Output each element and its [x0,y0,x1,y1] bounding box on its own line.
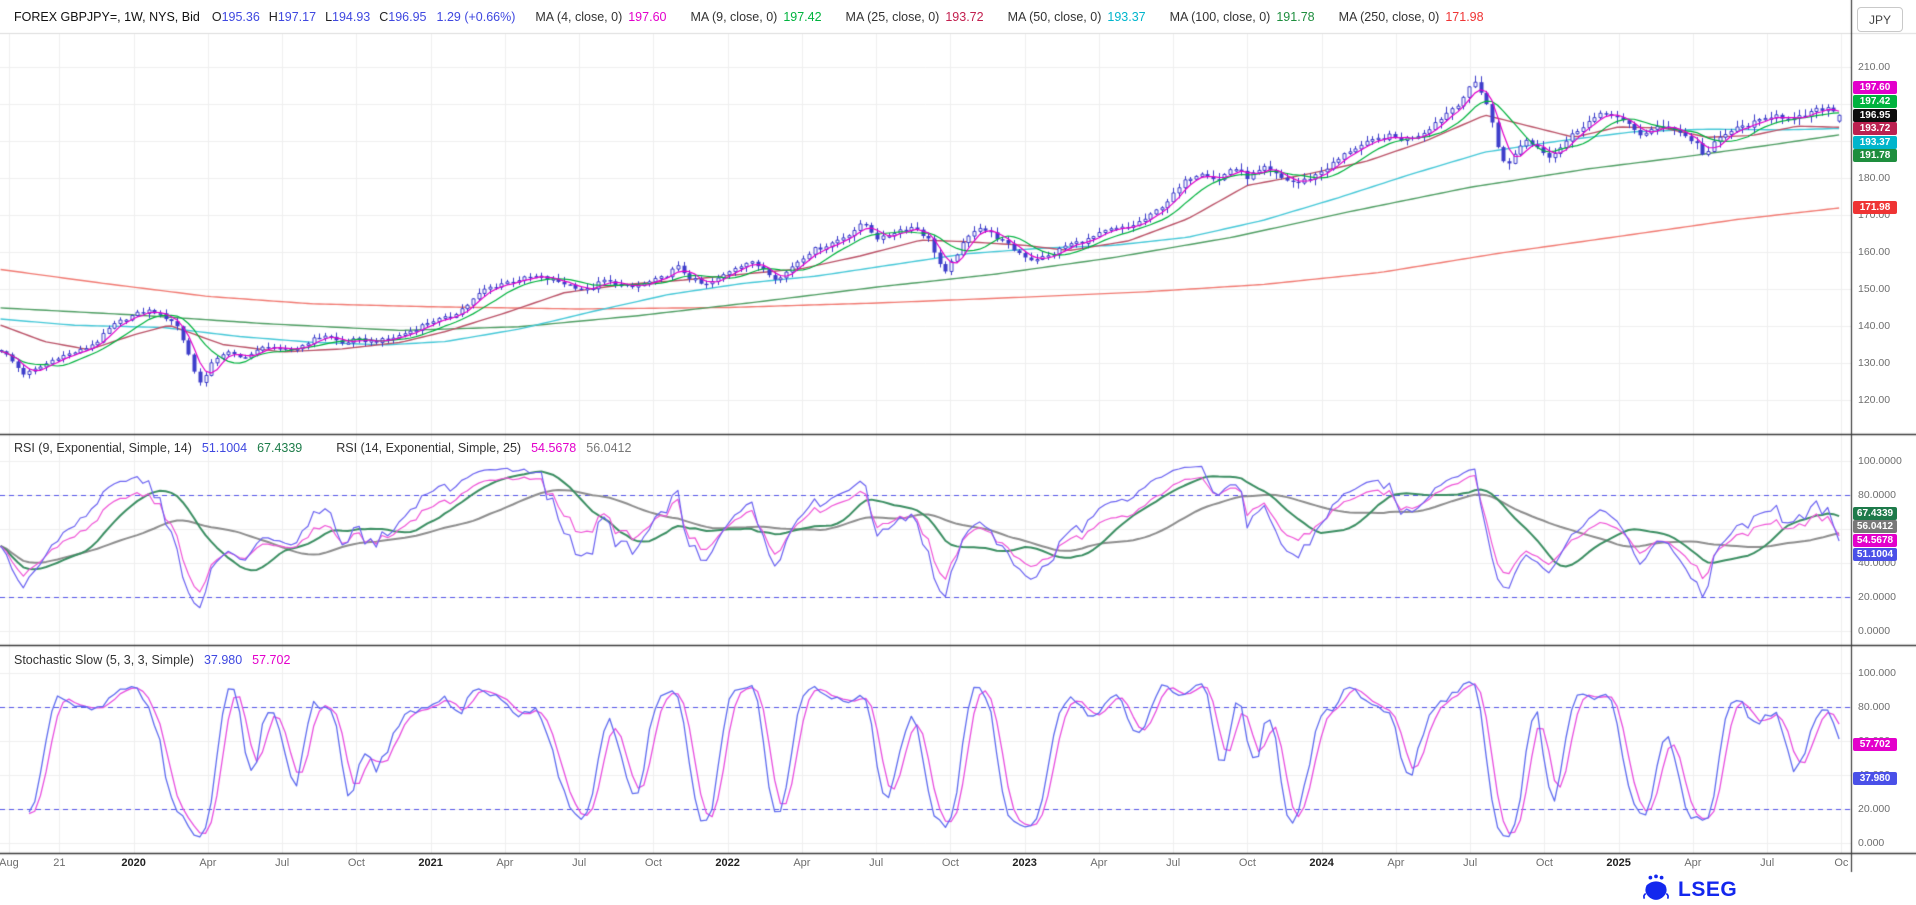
time-axis-label: Jul [858,857,894,869]
axis-tick-label: 100.000 [1858,667,1896,679]
axis-value-badge: 193.37 [1853,136,1897,149]
time-axis-label: Jul [1155,857,1191,869]
axis-tick-label: 0.000 [1858,837,1884,849]
axis-value-badge: 191.78 [1853,149,1897,162]
ma-legend-item[interactable]: MA (25, close, 0)193.72 [846,10,984,24]
axis-tick-label: 20.000 [1858,803,1890,815]
ma-legend-item[interactable]: MA (100, close, 0)191.78 [1170,10,1315,24]
axis-tick-label: 80.0000 [1858,489,1896,501]
axis-tick-label: 100.0000 [1858,455,1902,467]
axis-tick-label: 150.00 [1858,283,1890,295]
axis-tick-label: 210.00 [1858,61,1890,73]
axis-tick-label: 80.000 [1858,701,1890,713]
axis-value-badge: 197.60 [1853,81,1897,94]
time-axis-label: Aug [0,857,27,869]
axis-value-badge: 54.5678 [1853,534,1897,547]
time-axis-label: Jul [561,857,597,869]
rsi-value-1: 51.1004 [202,441,247,455]
axis-value-badge: 171.98 [1853,201,1897,214]
time-axis-label: Apr [784,857,820,869]
axis-value-badge: 193.72 [1853,122,1897,135]
rsi-title: RSI (9, Exponential, Simple, 14) [14,441,192,455]
chart-application: FOREX GBPJPY=, 1W, NYS, Bid O195.36 H197.… [0,0,1916,905]
time-axis-label: Apr [487,857,523,869]
axis-value-badge: 196.95 [1853,109,1897,122]
axis-value-badge: 37.980 [1853,772,1897,785]
time-axis-label: 21 [41,857,77,869]
ma-legend-item[interactable]: MA (9, close, 0)197.42 [690,10,821,24]
rsi2-title: RSI (14, Exponential, Simple, 25) [336,441,521,455]
rsi-value-4: 56.0412 [586,441,631,455]
axis-tick-label: 160.00 [1858,246,1890,258]
axis-value-badge: 57.702 [1853,738,1897,751]
price-axis-strip[interactable]: JPY 210.00200.00190.00180.00170.00160.00… [1851,0,1916,872]
axis-tick-label: 120.00 [1858,394,1890,406]
axis-value-badge: 67.4339 [1853,507,1897,520]
time-axis-label: 2023 [1007,857,1043,869]
axis-tick-label: 130.00 [1858,357,1890,369]
time-axis-label: Oct [635,857,671,869]
ohlc-value: L194.93 [325,10,370,24]
time-axis-label: Jul [264,857,300,869]
ma-legend-item[interactable]: MA (50, close, 0)193.37 [1008,10,1146,24]
stochastic-title: Stochastic Slow (5, 3, 3, Simple) [14,653,194,667]
time-axis-label: Oc [1823,857,1851,869]
lseg-logo: LSEG [1641,873,1737,905]
ohlc-value: O195.36 [212,10,260,24]
rsi-value-3: 54.5678 [531,441,576,455]
time-axis[interactable]: Aug 21 2020 Apr Jul Oct 2021 Apr Jul Oct 2022 Apr Ju… [0,855,1851,872]
currency-axis-button[interactable]: JPY [1857,7,1903,32]
time-axis-label: 2021 [413,857,449,869]
axis-tick-label: 0.0000 [1858,625,1890,637]
time-axis-label: Apr [1675,857,1711,869]
stochastic-pane-header[interactable]: Stochastic Slow (5, 3, 3, Simple) 37.980… [14,653,290,667]
time-axis-label: Jul [1749,857,1785,869]
axis-tick-label: 140.00 [1858,320,1890,332]
ma-legend-item[interactable]: MA (250, close, 0)171.98 [1339,10,1484,24]
time-axis-label: Oct [1526,857,1562,869]
axis-value-badge: 197.42 [1853,95,1897,108]
time-axis-label: Oct [338,857,374,869]
instrument-title[interactable]: FOREX GBPJPY=, 1W, NYS, Bid [14,10,200,24]
time-axis-label: Jul [1452,857,1488,869]
rsi-value-2: 67.4339 [257,441,302,455]
time-axis-label: 2024 [1304,857,1340,869]
axis-value-badge: 51.1004 [1853,548,1897,561]
stochastic-value-2: 57.702 [252,653,290,667]
ma-legend: MA (4, close, 0)197.60 MA (9, close, 0)19… [535,10,1483,24]
lseg-crest-icon [1641,873,1671,905]
rsi-pane-header[interactable]: RSI (9, Exponential, Simple, 14) 51.1004… [14,441,631,455]
time-axis-label: Apr [1378,857,1414,869]
time-axis-label: 2020 [116,857,152,869]
stochastic-value-1: 37.980 [204,653,242,667]
time-axis-label: Apr [190,857,226,869]
chart-header: FOREX GBPJPY=, 1W, NYS, Bid O195.36 H197.… [14,0,1484,33]
time-axis-label: 2022 [710,857,746,869]
net-change: 1.29 (+0.66%) [437,10,516,24]
ma-legend-item[interactable]: MA (4, close, 0)197.60 [535,10,666,24]
axis-value-badge: 56.0412 [1853,520,1897,533]
time-axis-label: Oct [1229,857,1265,869]
axis-tick-label: 20.0000 [1858,591,1896,603]
ohlc-values: O195.36 H197.17 L194.93 C196.95 [212,10,427,24]
time-axis-label: Oct [932,857,968,869]
time-axis-label: 2025 [1601,857,1637,869]
ohlc-value: C196.95 [379,10,426,24]
axis-tick-label: 180.00 [1858,172,1890,184]
ohlc-value: H197.17 [269,10,316,24]
time-axis-label: Apr [1081,857,1117,869]
lseg-wordmark: LSEG [1678,878,1737,902]
